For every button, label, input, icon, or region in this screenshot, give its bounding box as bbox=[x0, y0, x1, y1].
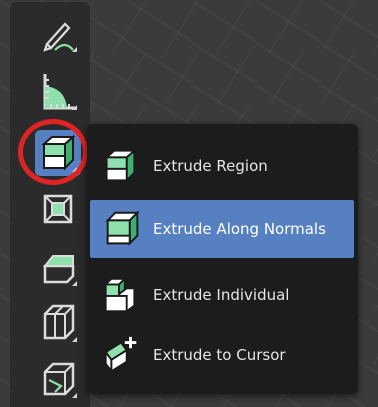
inset-faces-icon bbox=[43, 194, 73, 224]
menu-item-label: Extrude Along Normals bbox=[153, 220, 326, 238]
extrude-along-normals-icon bbox=[105, 210, 140, 246]
extrude-individual-icon bbox=[103, 276, 136, 313]
menu-item-extrude-to-cursor[interactable]: Extrude to Cursor bbox=[87, 326, 358, 384]
menu-item-label: Extrude Individual bbox=[153, 286, 290, 304]
menu-item-extrude-along-normals[interactable]: Extrude Along Normals bbox=[90, 200, 354, 258]
submenu-indicator-icon bbox=[72, 393, 77, 398]
menu-item-extrude-individual[interactable]: Extrude Individual bbox=[87, 266, 358, 324]
tool-measure[interactable] bbox=[35, 68, 81, 114]
submenu-indicator-icon bbox=[72, 281, 77, 286]
tool-loop-cut[interactable] bbox=[35, 300, 81, 346]
menu-item-extrude-region[interactable]: Extrude Region bbox=[87, 137, 358, 195]
tool-bevel[interactable] bbox=[35, 244, 81, 290]
tool-extrude-region[interactable] bbox=[35, 130, 81, 176]
submenu-indicator-icon bbox=[72, 337, 77, 342]
extrude-region-icon bbox=[104, 148, 137, 183]
submenu-indicator-icon bbox=[72, 47, 77, 52]
extrude-tool-popup-menu: Extrude Region Extrude Along Normals Ext… bbox=[87, 124, 358, 394]
menu-item-label: Extrude to Cursor bbox=[153, 346, 286, 364]
menu-item-label: Extrude Region bbox=[153, 157, 268, 175]
submenu-indicator-icon bbox=[72, 105, 77, 110]
submenu-indicator-icon bbox=[72, 167, 77, 172]
extrude-to-cursor-icon bbox=[104, 336, 137, 375]
tool-annotate[interactable] bbox=[35, 10, 81, 56]
tool-shelf bbox=[10, 2, 90, 407]
tool-knife[interactable] bbox=[35, 356, 81, 402]
tool-inset-faces[interactable] bbox=[35, 188, 81, 234]
